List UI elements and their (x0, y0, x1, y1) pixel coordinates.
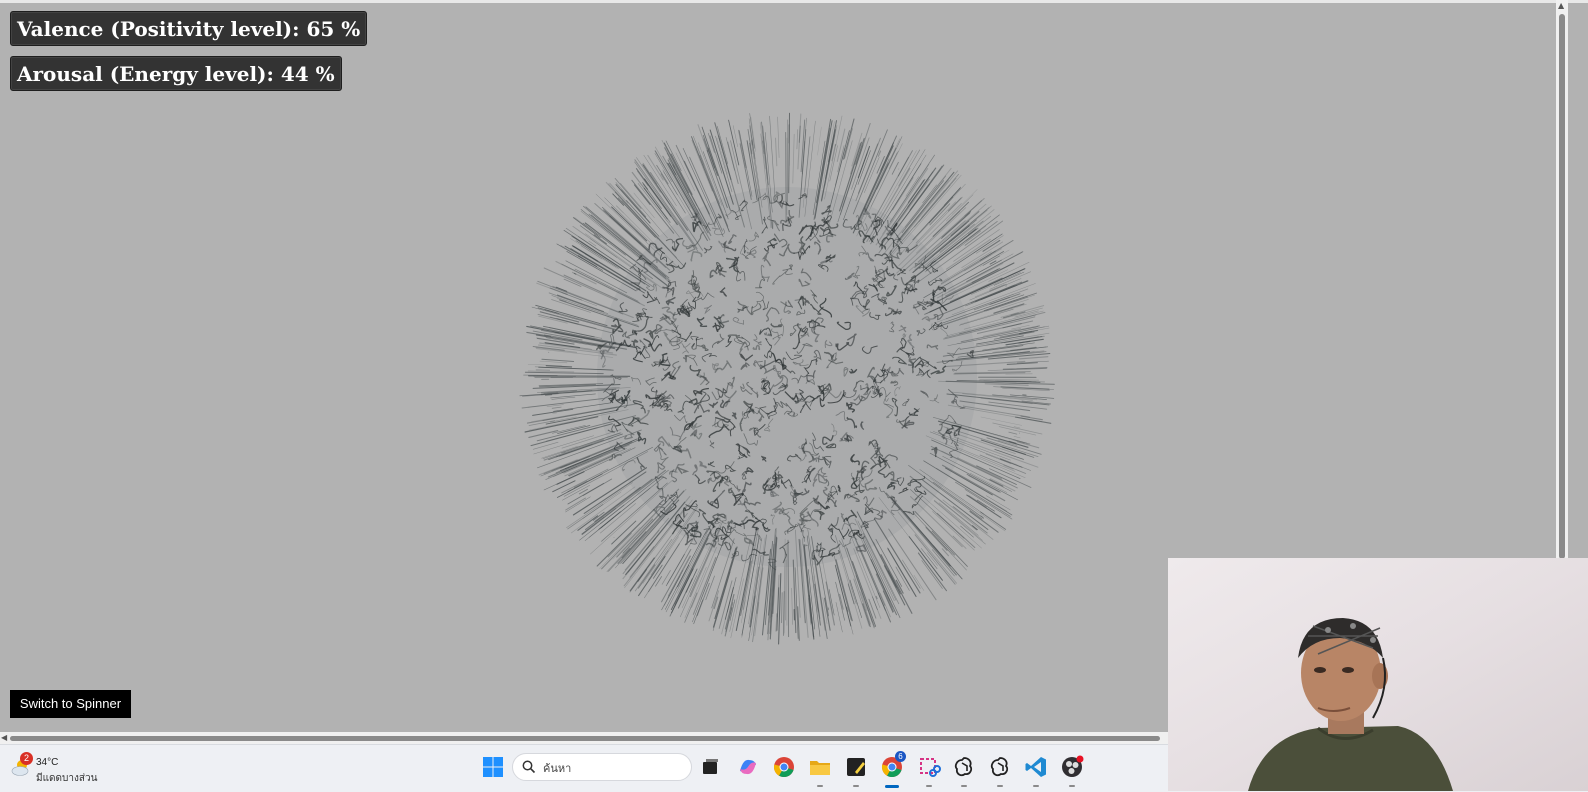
horizontal-scrollbar[interactable]: ◀ (0, 732, 1170, 744)
scroll-left-arrow-icon[interactable]: ◀ (1, 734, 7, 742)
chrome-notification-badge: 6 (895, 751, 906, 762)
scroll-up-arrow-icon[interactable]: ▲ (1558, 2, 1564, 10)
task-view-icon[interactable] (697, 754, 723, 780)
weather-temperature: 34°C (36, 757, 58, 768)
taskbar-search-box[interactable]: ค้นหา (512, 753, 692, 781)
windows-start-icon[interactable] (480, 754, 506, 780)
snipping-tool-icon[interactable] (916, 754, 942, 780)
active-app-indicator (885, 785, 899, 788)
vscode-icon[interactable] (1023, 754, 1049, 780)
running-indicator (961, 785, 967, 787)
weather-description: มีแดดบางส่วน (36, 771, 97, 786)
webcam-feed-image (1168, 558, 1588, 791)
running-indicator (1033, 785, 1039, 787)
weather-alert-badge: 2 (20, 752, 33, 765)
search-placeholder: ค้นหา (543, 759, 571, 777)
chatgpt-icon[interactable] (987, 754, 1013, 780)
running-indicator (817, 785, 823, 787)
sticky-notes-icon[interactable] (843, 754, 869, 780)
horizontal-scroll-thumb[interactable] (10, 736, 1160, 741)
running-indicator (926, 785, 932, 787)
vertical-scroll-thumb[interactable] (1559, 14, 1565, 559)
arousal-indicator: Arousal (Energy level): 44 % (10, 56, 342, 91)
running-indicator (1069, 785, 1075, 787)
window-top-edge (0, 0, 1588, 3)
copilot-icon[interactable] (735, 754, 761, 780)
file-explorer-icon[interactable] (807, 754, 833, 780)
chrome-icon[interactable] (771, 754, 797, 780)
obs-icon[interactable] (1059, 754, 1085, 780)
search-icon (522, 760, 536, 774)
webcam-overlay (1168, 558, 1588, 791)
valence-indicator: Valence (Positivity level): 65 % (10, 11, 367, 46)
weather-widget[interactable]: 2 34°C มีแดดบางส่วน (10, 752, 100, 786)
chatgpt-icon[interactable] (951, 754, 977, 780)
running-indicator (997, 785, 1003, 787)
running-indicator (853, 785, 859, 787)
switch-to-spinner-button[interactable]: Switch to Spinner (10, 690, 131, 718)
